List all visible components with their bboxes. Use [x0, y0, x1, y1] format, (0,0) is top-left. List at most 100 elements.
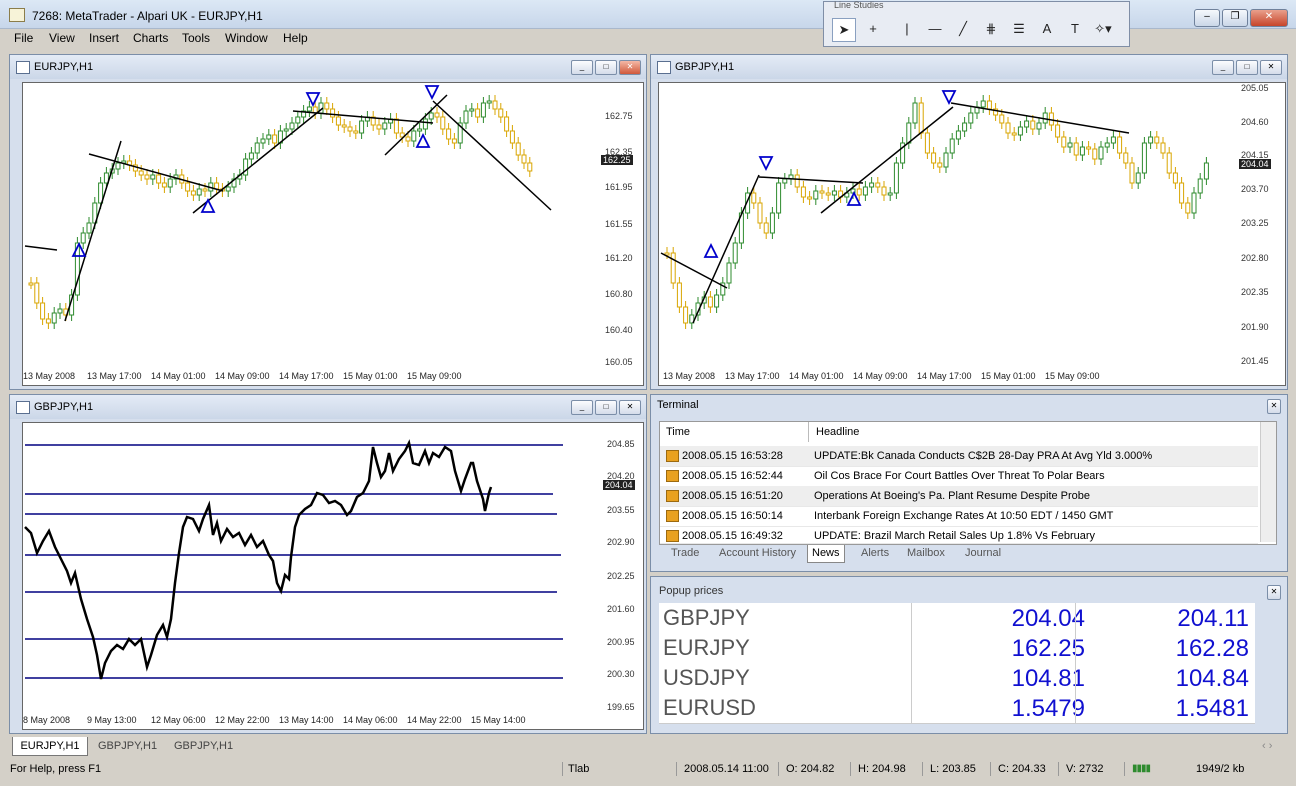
- table-row[interactable]: 2008.05.15 16:50:14 Interbank Foreign Ex…: [660, 506, 1258, 527]
- time-label: 14 May 09:00: [215, 371, 270, 381]
- tab-scroll-arrows[interactable]: ‹ ›: [1262, 737, 1272, 755]
- chart-window-eurjpy[interactable]: EURJPY,H1 _ □ ✕ 162.75 162.35 161.95 161…: [9, 54, 647, 390]
- price-row[interactable]: GBPJPY 204.04 204.11: [659, 603, 1255, 634]
- tab-gbpjpy-h1[interactable]: GBPJPY,H1: [98, 737, 157, 755]
- text-label-icon[interactable]: T: [1064, 18, 1086, 40]
- price-label: 203.25: [1241, 218, 1269, 228]
- table-row[interactable]: 2008.05.15 16:53:28 UPDATE:Bk Canada Con…: [660, 446, 1258, 467]
- chart-close-button[interactable]: ✕: [619, 60, 641, 75]
- candle: [86, 222, 92, 234]
- symbol: GBPJPY: [663, 605, 750, 630]
- price-row[interactable]: USDJPY 104.81 104.84: [659, 663, 1255, 694]
- price-label: 202.80: [1241, 253, 1269, 263]
- menu-window[interactable]: Window: [225, 31, 268, 45]
- chart-tabs: EURJPY,H1 GBPJPY,H1 GBPJPY,H1 ‹ ›: [8, 737, 1288, 756]
- equidistant-channel-icon[interactable]: ⋕: [980, 18, 1002, 40]
- time-label: 14 May 06:00: [343, 715, 398, 725]
- candle: [763, 222, 769, 234]
- bid-price: 162.25: [1011, 635, 1085, 662]
- menu-charts[interactable]: Charts: [133, 31, 168, 45]
- text-icon[interactable]: A: [1036, 18, 1058, 40]
- scrollbar[interactable]: [1260, 422, 1276, 542]
- table-row[interactable]: 2008.05.15 16:51:20 Operations At Boeing…: [660, 486, 1258, 507]
- minimize-button[interactable]: –: [1194, 9, 1220, 27]
- tab-mailbox[interactable]: Mailbox: [907, 545, 945, 562]
- price-row[interactable]: EURUSD 1.5479 1.5481: [659, 693, 1255, 724]
- candle: [411, 130, 417, 142]
- candle: [1017, 126, 1023, 136]
- candle: [324, 102, 330, 110]
- tab-journal[interactable]: Journal: [965, 545, 1001, 562]
- table-row[interactable]: 2008.05.15 16:52:44 Oil Cos Brace For Co…: [660, 466, 1258, 487]
- candle: [492, 100, 498, 110]
- chart-minimize-button[interactable]: _: [571, 60, 593, 75]
- chart-window-gbpjpy-line[interactable]: GBPJPY,H1 _ □ ✕ 204.85 204.20 203.55 202…: [9, 394, 647, 734]
- chart-minimize-button[interactable]: _: [1212, 60, 1234, 75]
- chart-close-button[interactable]: ✕: [1260, 60, 1282, 75]
- candle: [451, 138, 457, 144]
- app-icon: [9, 8, 25, 22]
- tab-news[interactable]: News: [807, 545, 845, 563]
- candle: [1098, 146, 1104, 160]
- candle: [469, 108, 475, 112]
- status-high: H: 204.98: [858, 763, 906, 775]
- menu-help[interactable]: Help: [283, 31, 308, 45]
- table-row[interactable]: 2008.05.15 16:49:32 UPDATE: Brazil March…: [660, 526, 1258, 544]
- chart-maximize-button[interactable]: □: [595, 400, 617, 415]
- vertical-line-icon[interactable]: |: [896, 18, 918, 40]
- terminal-close-button[interactable]: ✕: [1267, 399, 1281, 414]
- cursor-icon[interactable]: ➤: [832, 18, 856, 42]
- chart-maximize-button[interactable]: □: [1236, 60, 1258, 75]
- price-chart[interactable]: 204.85 204.20 203.55 202.90 202.25 201.6…: [22, 422, 644, 730]
- price-label: 204.85: [607, 439, 635, 449]
- tab-trade[interactable]: Trade: [671, 545, 699, 562]
- trendline-icon[interactable]: ╱: [952, 18, 974, 40]
- candle: [393, 118, 399, 134]
- candle: [486, 100, 492, 104]
- chart-minimize-button[interactable]: _: [571, 400, 593, 415]
- status-help: For Help, press F1: [10, 763, 102, 775]
- horizontal-line-icon[interactable]: —: [924, 18, 946, 40]
- time-label: 8 May 2008: [23, 715, 71, 725]
- restore-button[interactable]: ❐: [1222, 9, 1248, 27]
- crosshair-icon[interactable]: +: [862, 18, 884, 40]
- popup-close-button[interactable]: ✕: [1267, 585, 1281, 600]
- terminal-panel: Terminal ✕ Time Headline 2008.05.15 16:5…: [650, 394, 1288, 572]
- status-open: O: 204.82: [786, 763, 835, 775]
- candle: [1061, 136, 1067, 148]
- menu-file[interactable]: File: [14, 31, 33, 45]
- price-row[interactable]: EURJPY 162.25 162.28: [659, 633, 1255, 664]
- candle: [144, 174, 150, 180]
- tab-alerts[interactable]: Alerts: [861, 545, 889, 562]
- chart-close-button[interactable]: ✕: [619, 400, 641, 415]
- arrows-dropdown-icon[interactable]: ✧▾: [1092, 18, 1114, 40]
- menu-view[interactable]: View: [49, 31, 75, 45]
- chart-window-gbpjpy[interactable]: GBPJPY,H1 _ □ ✕ 205.05 204.60 204.15 203…: [650, 54, 1288, 390]
- column-header-time[interactable]: Time: [666, 422, 690, 442]
- candle: [335, 116, 341, 126]
- tab-account-history[interactable]: Account History: [719, 545, 796, 562]
- candle: [1067, 142, 1073, 148]
- tab-eurjpy-h1[interactable]: EURJPY,H1: [12, 737, 88, 756]
- menu-insert[interactable]: Insert: [89, 31, 119, 45]
- time-label: 15 May 09:00: [1045, 371, 1100, 381]
- column-header-headline[interactable]: Headline: [816, 422, 859, 442]
- candle: [893, 162, 899, 194]
- ask-price: 162.28: [1175, 635, 1249, 662]
- time-label: 14 May 17:00: [279, 371, 334, 381]
- candle: [51, 312, 57, 324]
- price-chart[interactable]: 205.05 204.60 204.15 203.70 203.25 202.8…: [658, 82, 1286, 386]
- candle: [924, 132, 930, 154]
- close-button[interactable]: ✕: [1250, 9, 1288, 27]
- price-chart[interactable]: 162.75 162.35 161.95 161.55 161.20 160.8…: [22, 82, 644, 386]
- menu-tools[interactable]: Tools: [182, 31, 210, 45]
- status-datetime: 2008.05.14 11:00: [684, 763, 769, 775]
- candle: [330, 108, 336, 118]
- candle: [190, 190, 196, 196]
- time-label: 9 May 13:00: [87, 715, 137, 725]
- tab-gbpjpy-h1-2[interactable]: GBPJPY,H1: [174, 737, 233, 755]
- candle: [475, 108, 481, 118]
- chart-maximize-button[interactable]: □: [595, 60, 617, 75]
- fibonacci-icon[interactable]: ☰: [1008, 18, 1030, 40]
- candle: [376, 124, 382, 130]
